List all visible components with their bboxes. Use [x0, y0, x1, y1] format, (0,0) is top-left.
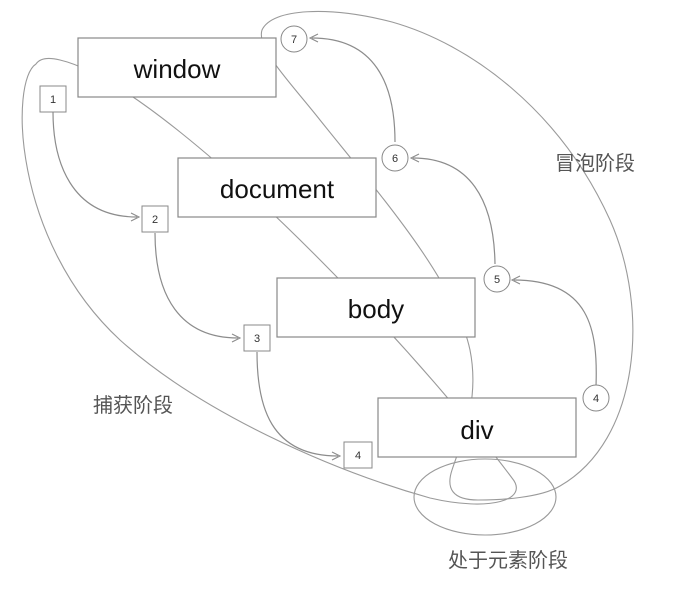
node-body-label: body	[348, 294, 404, 324]
diagram-svg: window document body div 1 2 3 4 4 5 6 7…	[21, 10, 635, 572]
bubble-step-6-label: 6	[392, 153, 398, 165]
capture-step-3-label: 3	[254, 333, 260, 345]
node-div-label: div	[460, 415, 493, 445]
node-window: window	[77, 37, 277, 98]
capture-step-1: 1	[39, 85, 67, 113]
bubble-step-5: 5	[483, 265, 511, 293]
target-phase-label: 处于元素阶段	[448, 548, 568, 572]
bubble-step-7-label: 7	[291, 34, 297, 46]
bubble-step-7: 7	[280, 25, 308, 53]
node-window-label: window	[133, 54, 221, 84]
capture-step-2-label: 2	[152, 214, 158, 226]
bubble-step-6: 6	[381, 144, 409, 172]
capture-step-4: 4	[343, 441, 373, 469]
capture-phase-label: 捕获阶段	[93, 393, 173, 417]
capture-step-4-label: 4	[355, 450, 361, 462]
event-flow-diagram: window document body div 1 2 3 4 4 5 6 7…	[0, 0, 674, 603]
bubble-step-5-label: 5	[494, 274, 500, 286]
node-body: body	[276, 277, 476, 338]
capture-step-2: 2	[141, 205, 169, 233]
node-document-label: document	[220, 174, 335, 204]
node-document: document	[177, 157, 377, 218]
bubble-phase-label: 冒泡阶段	[555, 151, 635, 175]
target-phase-loop	[413, 458, 557, 536]
capture-step-3: 3	[243, 324, 271, 352]
bubble-step-4-label: 4	[593, 393, 599, 405]
bubble-step-4: 4	[582, 384, 610, 412]
node-div: div	[377, 397, 577, 458]
capture-step-1-label: 1	[50, 94, 56, 106]
